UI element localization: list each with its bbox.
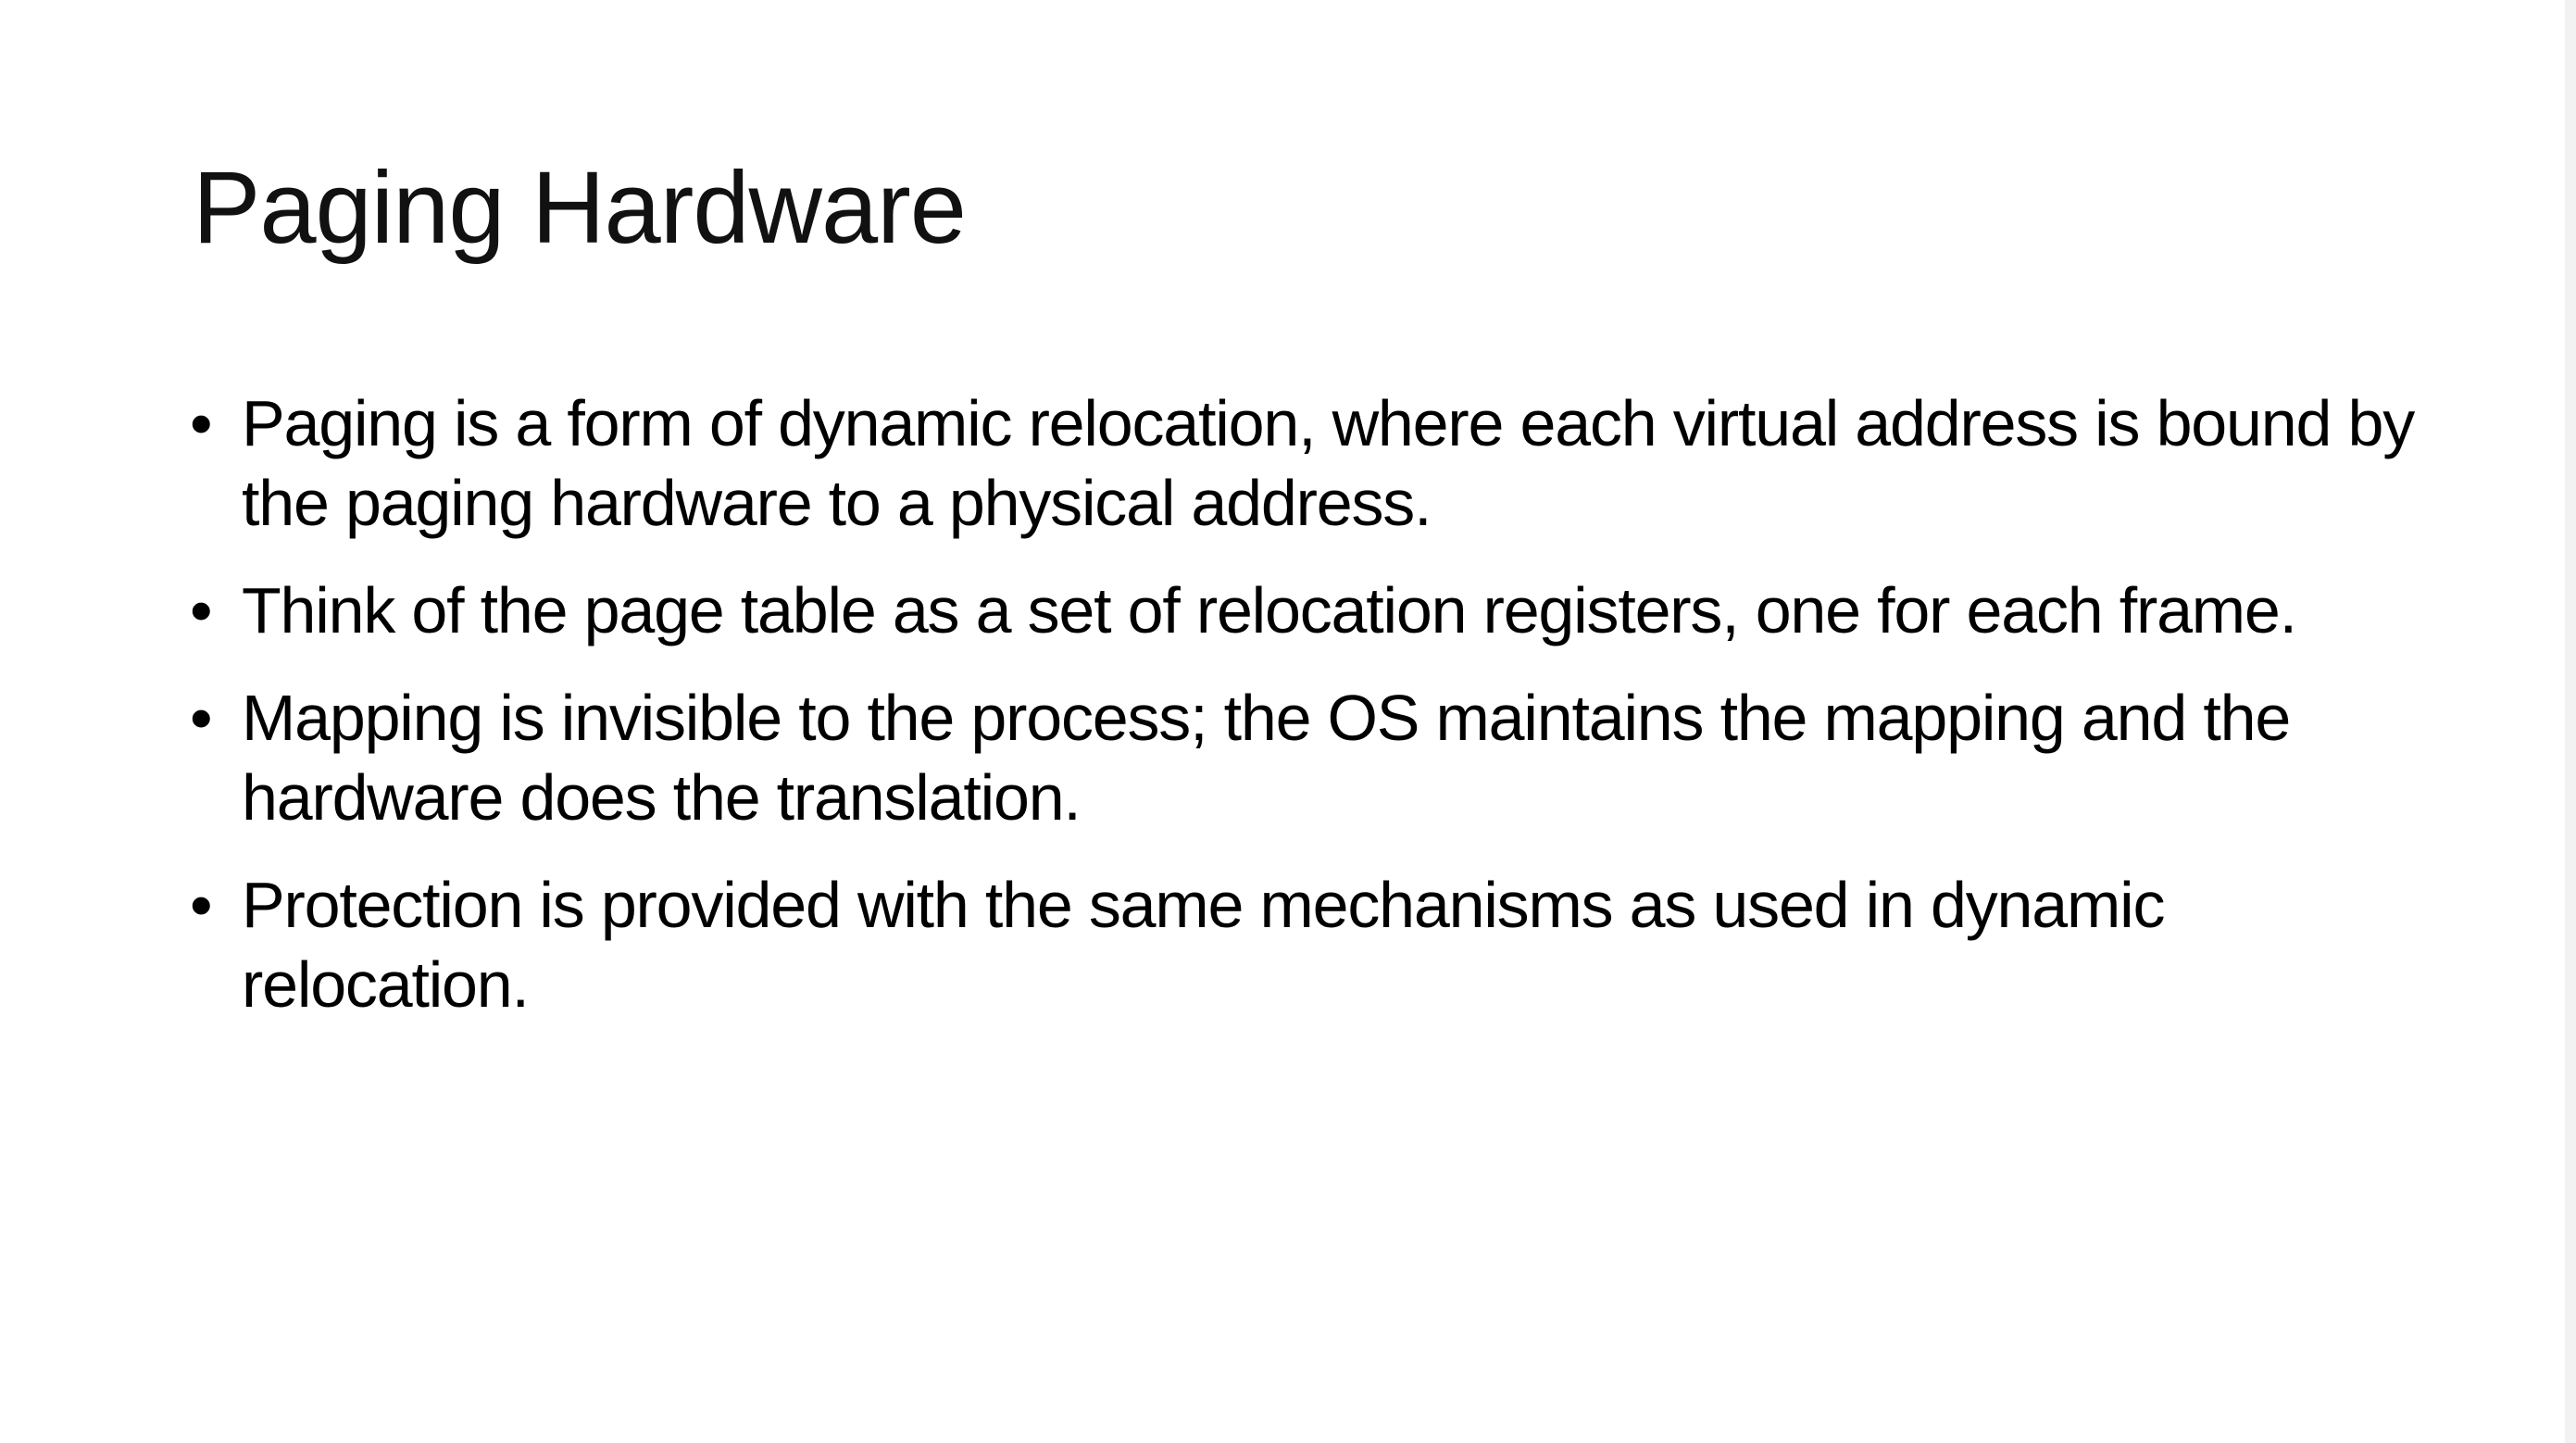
- bullet-text: Paging is a form of dynamic relocation, …: [242, 387, 2415, 539]
- bullet-item: • Paging is a form of dynamic relocation…: [190, 383, 2458, 543]
- bullet-item: • Mapping is invisible to the process; t…: [190, 678, 2458, 837]
- bullet-list: • Paging is a form of dynamic relocation…: [190, 383, 2458, 1052]
- bullet-item: • Protection is provided with the same m…: [190, 865, 2458, 1024]
- bullet-marker: •: [190, 387, 213, 459]
- bullet-text: Think of the page table as a set of relo…: [242, 574, 2297, 646]
- bullet-marker: •: [190, 869, 213, 941]
- bullet-marker: •: [190, 682, 213, 754]
- bullet-text: Mapping is invisible to the process; the…: [242, 682, 2291, 834]
- bullet-item: • Think of the page table as a set of re…: [190, 571, 2458, 650]
- slide-edge-divider: [2565, 0, 2576, 1443]
- bullet-marker: •: [190, 574, 213, 646]
- slide-title: Paging Hardware: [193, 151, 967, 265]
- slide: Paging Hardware • Paging is a form of dy…: [0, 0, 2565, 1443]
- bullet-text: Protection is provided with the same mec…: [242, 869, 2165, 1021]
